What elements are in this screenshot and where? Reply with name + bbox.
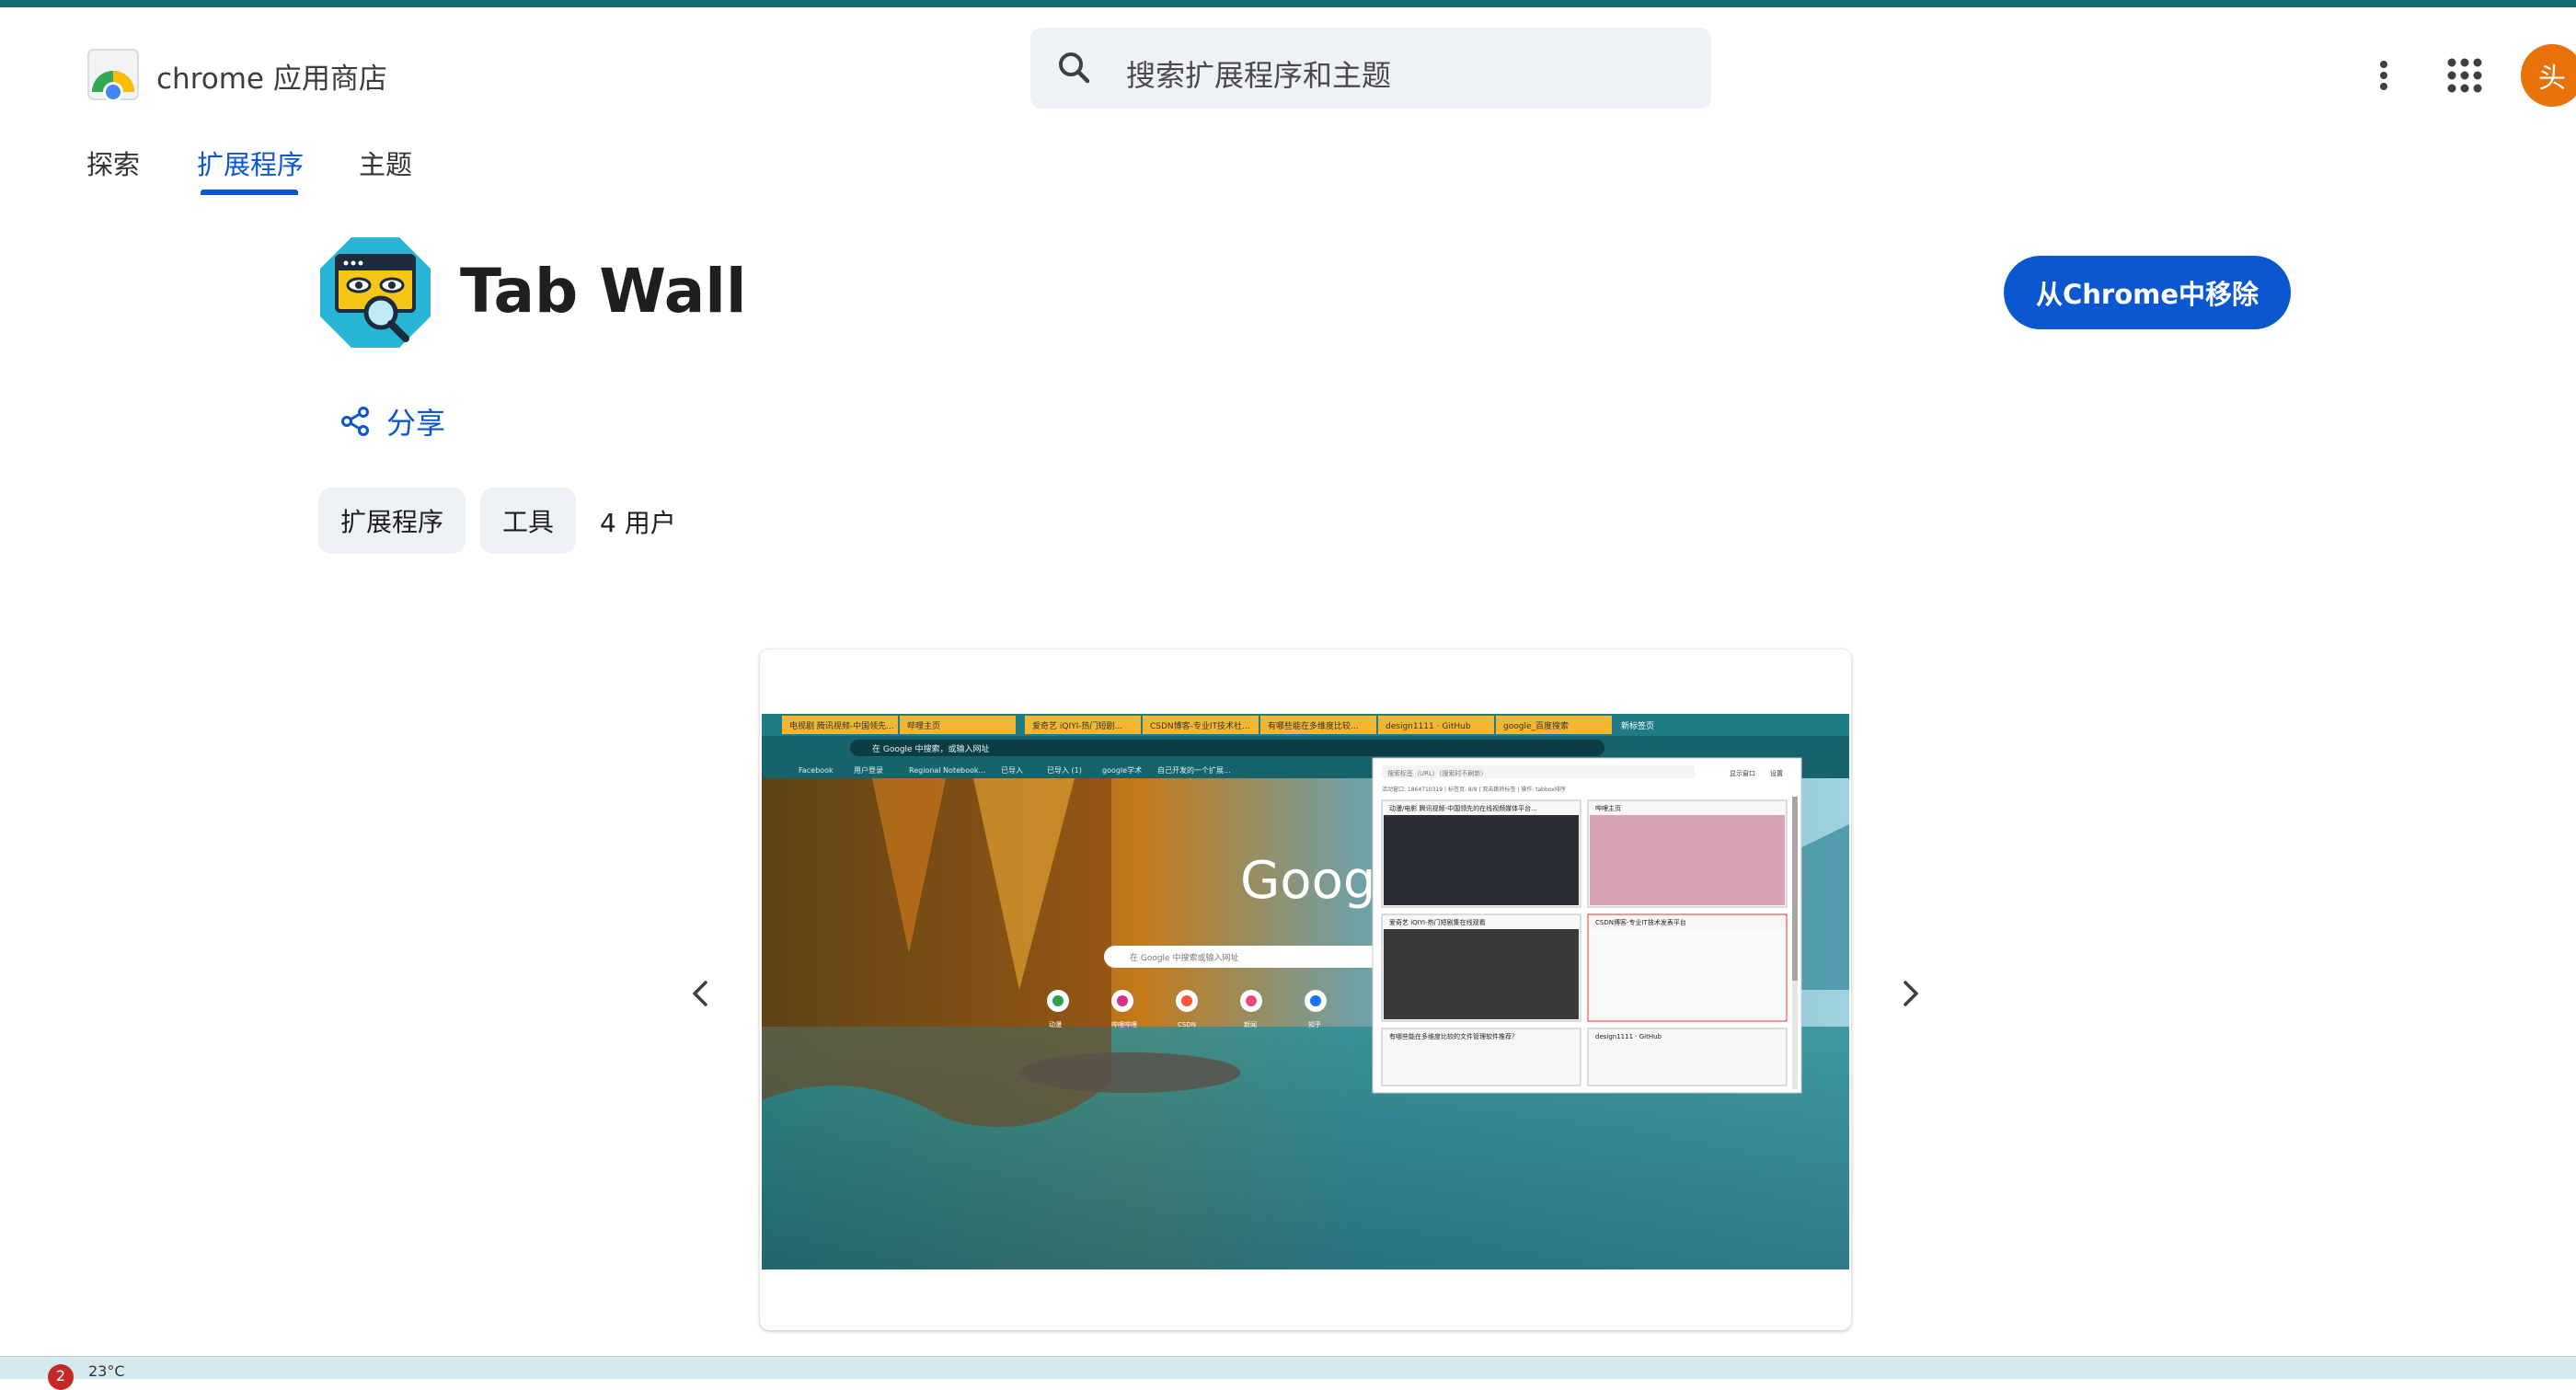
- carousel-prev-icon[interactable]: [683, 975, 719, 1012]
- extension-icon: [318, 235, 432, 350]
- mini-shortcut-3: CSDN: [1178, 1021, 1196, 1028]
- screenshot-carousel: 电视剧 腾讯视频-中国领先... 哔哩主页 爱奇艺 iQIYI-热门短剧... …: [760, 649, 1851, 1330]
- mini-tab-1: 电视剧 腾讯视频-中国领先...: [789, 720, 894, 731]
- mini-tab-2: 哔哩主页: [907, 720, 940, 731]
- mini-bookmark-4: 已导入: [1001, 766, 1023, 775]
- chrome-web-store-logo[interactable]: [85, 46, 142, 103]
- mini-bookmark-7: 自己开发的一个扩展...: [1157, 765, 1231, 775]
- browser-top-bar: [0, 0, 2576, 7]
- extension-title: Tab Wall: [460, 256, 747, 327]
- store-header: chrome 应用商店 搜索扩展程序和主题 头: [0, 7, 2576, 129]
- mini-tab-7: google_百度搜索: [1503, 720, 1569, 731]
- share-icon: [341, 407, 369, 436]
- account-avatar[interactable]: 头: [2521, 44, 2576, 107]
- tab-explore[interactable]: 探索: [86, 144, 140, 182]
- remove-from-chrome-button[interactable]: 从Chrome中移除: [2004, 256, 2291, 329]
- extension-screenshot: 电视剧 腾讯视频-中国领先... 哔哩主页 爱奇艺 iQIYI-热门短剧... …: [762, 714, 1849, 1269]
- mini-panel-settings: 设置: [1770, 769, 1783, 777]
- share-button[interactable]: 分享: [339, 396, 445, 447]
- mini-panel-show: 显示窗口: [1730, 769, 1755, 777]
- mini-panel-info: 活动窗口: 1864710319 | 标签页: 8/8 | 双击跳转标签 | 操…: [1382, 786, 1566, 793]
- mini-card-2: 哔哩主页: [1595, 804, 1621, 812]
- mini-bookmark-6: google学术: [1102, 765, 1142, 775]
- mini-bookmark-2: 用户登录: [854, 765, 883, 775]
- mini-card-5: 有哪些能在多维度比较的文件管理软件推荐？: [1389, 1032, 1518, 1040]
- mini-bookmark-5: 已导入 (1): [1047, 766, 1082, 775]
- store-brand[interactable]: chrome 应用商店: [156, 55, 387, 97]
- mini-tab-4: CSDN博客-专业IT技术社...: [1150, 720, 1250, 731]
- tab-themes[interactable]: 主题: [359, 144, 412, 182]
- chip-category-tools[interactable]: 工具: [480, 488, 576, 554]
- mini-shortcut-1: 动漫: [1049, 1020, 1062, 1028]
- notification-badge[interactable]: 2: [48, 1364, 74, 1390]
- share-label: 分享: [386, 406, 446, 441]
- mini-card-1: 动漫/电影 腾讯视频-中国领先的在线视频媒体平台...: [1389, 804, 1537, 812]
- search-input[interactable]: 搜索扩展程序和主题: [1126, 52, 1391, 95]
- mini-card-6: design1111 · GitHub: [1595, 1033, 1662, 1040]
- mini-google-search: 在 Google 中搜索或输入网址: [1130, 952, 1238, 963]
- tab-extensions[interactable]: 扩展程序: [197, 144, 304, 182]
- mini-tab-6: design1111 · GitHub: [1386, 722, 1471, 731]
- category-tabs: 探索 扩展程序 主题: [0, 129, 2576, 195]
- search-bar[interactable]: 搜索扩展程序和主题: [1030, 28, 1711, 109]
- google-apps-icon[interactable]: [2441, 52, 2489, 99]
- mini-bookmark-3: Regional Notebook...: [909, 766, 985, 775]
- carousel-next-icon[interactable]: [1892, 975, 1928, 1012]
- active-tab-indicator: [201, 190, 298, 195]
- search-icon: [1052, 46, 1097, 90]
- mini-shortcut-5: 知乎: [1308, 1020, 1321, 1028]
- mini-panel-search: 搜索标签（URL）（搜索时不刷新）: [1387, 769, 1487, 777]
- more-options-icon[interactable]: [2366, 44, 2401, 107]
- mini-shortcut-2: 哔哩哔哩: [1111, 1020, 1137, 1028]
- os-taskbar: 2 23°C: [0, 1356, 2576, 1390]
- mini-tab-3: 爱奇艺 iQIYI-热门短剧...: [1032, 720, 1122, 731]
- mini-bookmark-1: Facebook: [799, 766, 834, 775]
- mini-address-bar: 在 Google 中搜索，或输入网址: [872, 743, 989, 754]
- mini-shortcut-4: 新闻: [1244, 1020, 1257, 1028]
- user-count: 4 用户: [600, 508, 676, 538]
- mini-tab-8: 新标签页: [1621, 720, 1654, 731]
- chip-category-extensions[interactable]: 扩展程序: [318, 488, 466, 554]
- weather-widget[interactable]: 23°C: [88, 1362, 125, 1380]
- mini-card-3: 爱奇艺 iQIYI-热门短剧集在线观看: [1389, 918, 1486, 926]
- mini-card-4: CSDN博客-专业IT技术发表平台: [1595, 918, 1686, 926]
- mini-tab-5: 有哪些能在多维度比较...: [1268, 720, 1359, 731]
